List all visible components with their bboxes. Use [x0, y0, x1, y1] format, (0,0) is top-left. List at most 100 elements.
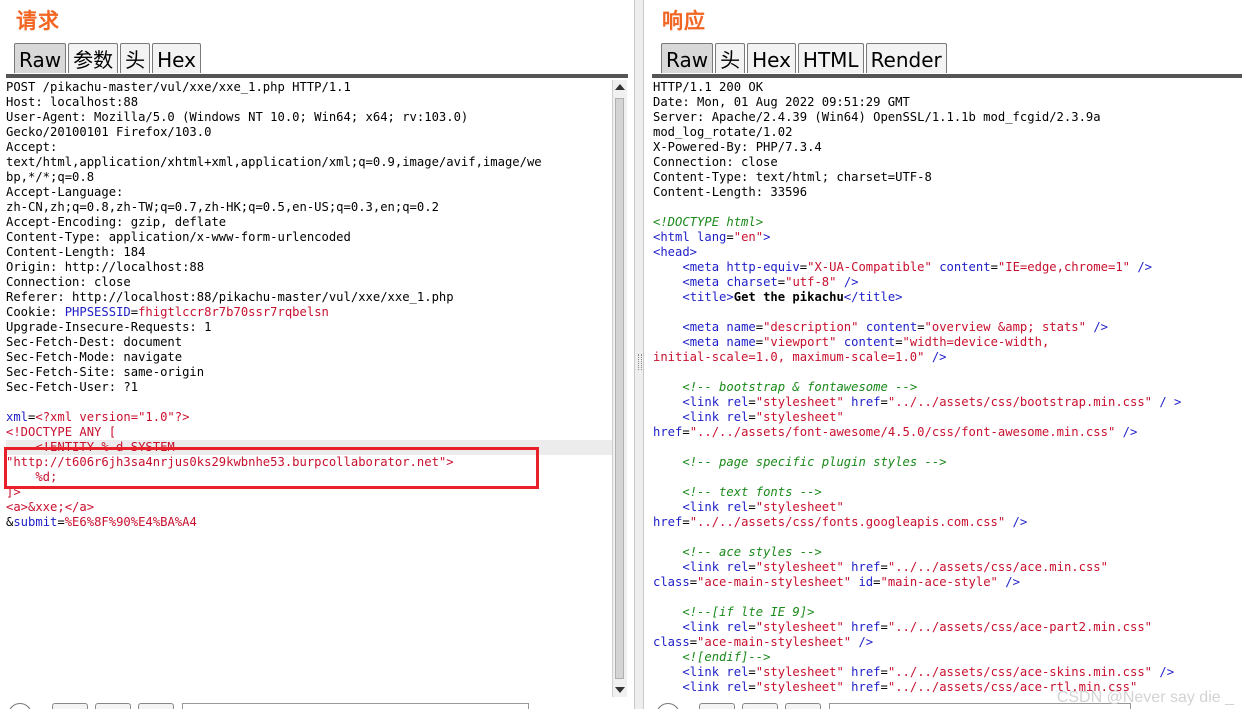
attr-value: "stylesheet"	[755, 560, 844, 574]
tab-hex[interactable]: Hex	[152, 43, 201, 73]
scroll-up-icon[interactable]	[615, 84, 625, 90]
tag-close: />	[1152, 665, 1175, 679]
panel-divider[interactable]	[634, 0, 644, 709]
watermark: CSDN @Never say die _	[1056, 689, 1234, 706]
tag: <link	[682, 680, 727, 694]
request-panel: 请求 Raw 参数 头 Hex POST /pikachu-master/vul…	[0, 0, 634, 709]
tag: <meta	[682, 275, 727, 289]
prev-match-button[interactable]	[699, 703, 735, 709]
response-header-line: Date: Mon, 01 Aug 2022 09:51:29 GMT	[653, 95, 910, 109]
scroll-down-icon[interactable]	[615, 687, 625, 693]
meta-line: <meta charset="utf-8" />	[682, 275, 859, 289]
attr-value: "en"	[733, 230, 764, 244]
comment: <![endif]-->	[682, 650, 771, 664]
comment: <!-- bootstrap & fontawesome -->	[682, 380, 918, 394]
tab-params[interactable]: 参数	[68, 43, 119, 73]
add-button[interactable]	[742, 703, 778, 709]
request-line: Accept-Encoding: gzip, deflate	[6, 215, 227, 229]
attr: content	[939, 260, 991, 274]
attr: rel	[726, 500, 749, 514]
tag-close: />	[836, 275, 859, 289]
link-line: <link rel="stylesheet" href="../../asset…	[682, 560, 1108, 574]
request-title: 请求	[16, 9, 60, 33]
attr: id	[858, 575, 874, 589]
attr-value: "utf-8"	[785, 275, 837, 289]
comment: <!-- page specific plugin styles -->	[682, 455, 947, 469]
comment: <!-- text fonts -->	[682, 485, 822, 499]
next-match-button[interactable]	[138, 703, 174, 709]
attr: name	[726, 320, 756, 334]
request-line: Sec-Fetch-User: ?1	[6, 380, 139, 394]
meta-line: <meta name="viewport" content="width=dev…	[682, 335, 1050, 349]
help-icon[interactable]	[8, 703, 32, 709]
attr-value: "stylesheet"	[755, 665, 844, 679]
request-line: bp,*/*;q=0.8	[6, 170, 95, 184]
response-header-line: HTTP/1.1 200 OK	[653, 80, 764, 94]
response-editor[interactable]: HTTP/1.1 200 OK Date: Mon, 01 Aug 2022 09…	[653, 80, 1248, 701]
link-line-cont: href="../../assets/font-awesome/4.5.0/cs…	[653, 425, 1138, 439]
link-line: <link rel="stylesheet" href="../../asset…	[682, 395, 1182, 409]
cookie-value: fhigtlccr8r7b70ssr7rqbelsn	[138, 305, 329, 319]
request-search-input[interactable]	[182, 703, 529, 709]
attr-value: initial-scale=1.0, maximum-scale=1.0"	[653, 350, 925, 364]
cookie-name: PHPSESSID	[64, 305, 131, 319]
divider-grip[interactable]	[638, 354, 642, 370]
submit-param-line: &submit=%E6%8F%90%E4%BA%A4	[6, 515, 612, 530]
cookie-eq: =	[130, 305, 139, 319]
attr-value: "X-UA-Compatible"	[807, 260, 932, 274]
tag: <link	[682, 395, 727, 409]
tag: <title>	[682, 290, 734, 304]
tab-hex[interactable]: Hex	[747, 43, 796, 73]
response-header-line: mod_log_rotate/1.02	[653, 125, 793, 139]
tag: <link	[682, 620, 727, 634]
tab-html[interactable]: HTML	[797, 43, 864, 73]
attr: content	[865, 320, 918, 334]
attr: href	[851, 560, 881, 574]
attr: href	[851, 665, 881, 679]
response-header-line: Connection: close	[653, 155, 778, 169]
attr: lang	[697, 230, 727, 244]
tag: </title>	[843, 290, 903, 304]
request-editor[interactable]: POST /pikachu-master/vul/xxe/xxe_1.php H…	[6, 80, 612, 701]
attr-value: "ace-main-stylesheet"	[697, 635, 852, 649]
request-tabs: Raw 参数 头 Hex	[14, 43, 203, 73]
xml-param-line: xml=<?xml version="1.0"?>	[6, 410, 612, 425]
tag-close: />	[997, 575, 1020, 589]
comment-line: <!-- bootstrap & fontawesome -->	[653, 380, 1248, 395]
tab-raw[interactable]: Raw	[661, 43, 714, 73]
link-line-cont: href="../../assets/css/fonts.googleapis.…	[653, 515, 1028, 529]
tab-headers[interactable]: 头	[715, 43, 746, 73]
submit-param-eq: =	[57, 515, 65, 529]
comment-line: <!--[if lte IE 9]>	[653, 605, 1248, 620]
attr-value: "../../assets/css/ace-skins.min.css"	[887, 665, 1153, 679]
attr-value: "../../assets/css/ace-part2.min.css"	[887, 620, 1153, 634]
prev-match-button[interactable]	[52, 703, 88, 709]
doctype-line: <!DOCTYPE ANY [	[6, 425, 117, 439]
tag: <link	[682, 410, 727, 424]
request-line	[6, 395, 612, 410]
help-icon[interactable]	[656, 703, 680, 709]
attr-value: "../../assets/font-awesome/4.5.0/css/fon…	[689, 425, 1116, 439]
tab-headers[interactable]: 头	[120, 43, 151, 73]
request-scrollbar[interactable]	[612, 80, 627, 697]
tab-raw[interactable]: Raw	[14, 43, 67, 73]
add-button[interactable]	[95, 703, 131, 709]
attr: href	[653, 515, 683, 529]
attr-value: "IE=edge,chrome=1"	[997, 260, 1130, 274]
tag: <meta	[682, 260, 727, 274]
comment: <!--[if lte IE 9]>	[682, 605, 815, 619]
next-match-button[interactable]	[785, 703, 821, 709]
xml-param-name: xml	[6, 410, 29, 424]
attr-value: "viewport"	[763, 335, 837, 349]
tab-render[interactable]: Render	[865, 43, 947, 73]
tag: <html	[653, 230, 698, 244]
scroll-thumb[interactable]	[615, 98, 624, 679]
response-header-line: Server: Apache/2.4.39 (Win64) OpenSSL/1.…	[653, 110, 1101, 124]
attr-value: "stylesheet"	[755, 395, 844, 409]
attr: charset	[726, 275, 778, 289]
